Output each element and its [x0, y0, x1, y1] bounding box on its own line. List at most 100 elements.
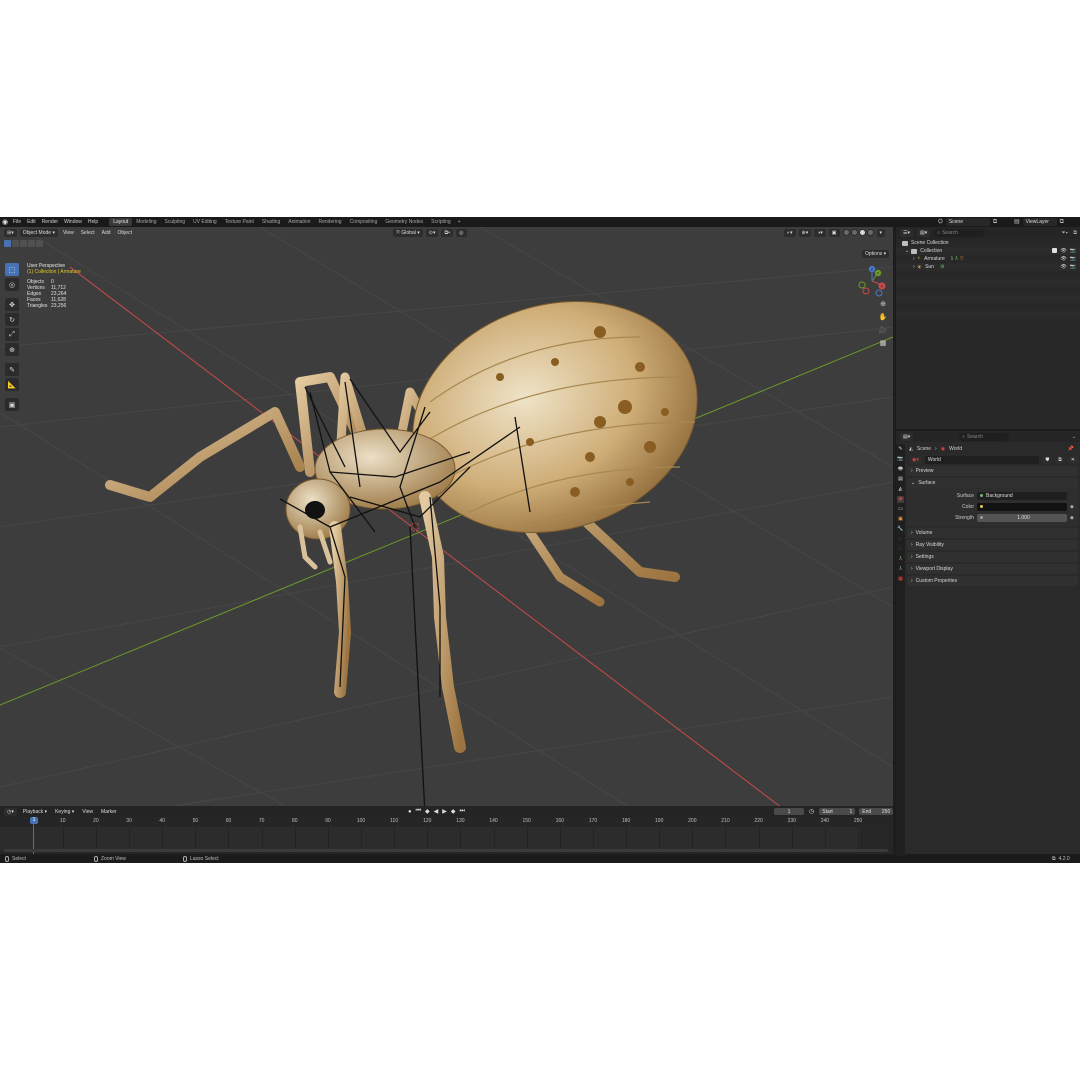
tab-texture-paint[interactable]: Texture Paint	[221, 218, 258, 226]
camera-icon[interactable]: 📷	[1070, 256, 1076, 262]
view-layer-field[interactable]: ViewLayer	[1022, 218, 1057, 226]
menu-keying[interactable]: Keying ▾	[53, 809, 76, 815]
select-new-icon[interactable]	[4, 240, 11, 247]
expand-arrow-icon[interactable]: ›	[913, 256, 915, 262]
select-subtract-icon[interactable]	[20, 240, 27, 247]
new-scene-icon[interactable]: ⧉	[993, 218, 997, 226]
collection-checkbox[interactable]	[1052, 248, 1058, 253]
solid-shading-icon[interactable]	[850, 229, 858, 236]
outliner-editor-type-icon[interactable]: ☰▾	[900, 229, 913, 237]
current-frame-field[interactable]: 1	[774, 808, 804, 815]
object-tab-icon[interactable]: ▣	[897, 516, 904, 523]
duplicate-world-icon[interactable]: ⧉	[1055, 455, 1065, 464]
keyframe-dot-icon[interactable]: ◆	[1070, 504, 1074, 510]
menu-file[interactable]: File	[10, 219, 24, 225]
perspective-toggle-icon[interactable]: ▦	[878, 338, 888, 348]
panel-ray-visibility[interactable]: › Ray Visibility	[907, 540, 1078, 550]
snap-icon[interactable]: ⧉▾	[441, 229, 454, 237]
tab-shading[interactable]: Shading	[258, 218, 284, 226]
world-name-field[interactable]: World	[924, 455, 1040, 464]
world-tab-icon[interactable]: ◉	[897, 496, 904, 503]
output-tab-icon[interactable]: 🖶	[897, 466, 904, 473]
eye-icon[interactable]: 👁	[1060, 248, 1066, 254]
rendered-shading-icon[interactable]	[866, 229, 874, 236]
move-tool-icon[interactable]: ✥	[5, 298, 19, 311]
timeline-scrollbar[interactable]	[4, 849, 888, 852]
select-box-icon[interactable]: ⬚	[5, 263, 19, 276]
add-workspace-button[interactable]: +	[455, 219, 464, 225]
options-chevron-icon[interactable]: ⌄	[1072, 434, 1076, 440]
menu-timeline-view[interactable]: View	[80, 809, 95, 815]
physics-tab-icon[interactable]: ◌	[897, 546, 904, 553]
expand-arrow-icon[interactable]: ›	[913, 264, 915, 270]
tab-layout[interactable]: Layout	[109, 218, 133, 226]
eye-icon[interactable]: 👁	[1060, 256, 1066, 262]
outliner-row-sun[interactable]: › ☀ Sun ⚙ 👁 📷	[896, 263, 1080, 271]
orientation-selector[interactable]: ⤧ Global ▾	[393, 229, 423, 237]
auto-key-icon[interactable]: ●	[407, 809, 413, 815]
timeline-editor[interactable]: ◷▾ Playback ▾ Keying ▾ View Marker ● ⏮ ◆…	[0, 806, 894, 854]
tab-compositing[interactable]: Compositing	[346, 218, 382, 226]
playhead[interactable]: 1	[30, 817, 38, 824]
scene-field[interactable]: Scene	[945, 218, 990, 226]
tab-animation[interactable]: Animation	[284, 218, 314, 226]
menu-add[interactable]: Add	[100, 230, 113, 236]
measure-tool-icon[interactable]: 📐	[5, 378, 19, 391]
outliner-panel[interactable]: ☰▾ ▤▾ ⌕ Search ⏷▾ ⧉ Scene Collection ⌄ Co…	[896, 227, 1080, 435]
view-layer-selector[interactable]: ▤ ViewLayer ⧉	[1014, 218, 1064, 226]
pan-hand-icon[interactable]: ✋	[878, 312, 888, 322]
camera-view-icon[interactable]: 🎥	[878, 325, 888, 335]
outliner-row-scene-collection[interactable]: Scene Collection	[896, 239, 1080, 247]
options-button[interactable]: Options ▾	[862, 250, 890, 258]
outliner-search-input[interactable]: ⌕ Search	[934, 229, 985, 237]
timeline-track[interactable]	[0, 827, 860, 851]
timeline-ruler[interactable]: 10 20 30 40 50 60 70 80 90 100 110 120 130 140 150 160 1…	[0, 818, 893, 826]
collection-tab-icon[interactable]: ▭	[897, 506, 904, 513]
panel-volume[interactable]: › Volume	[907, 528, 1078, 538]
menu-object[interactable]: Object	[116, 230, 134, 236]
constraints-tab-icon[interactable]: ƛ	[897, 556, 904, 563]
scene-selector[interactable]: ⛭ Scene ⧉	[938, 218, 997, 226]
jump-start-icon[interactable]: ⏮	[415, 808, 422, 815]
expand-arrow-icon[interactable]: ⌄	[905, 248, 909, 254]
keyframe-dot-icon[interactable]: ◆	[1070, 515, 1074, 521]
panel-surface[interactable]: ⌄ Surface	[907, 478, 1078, 488]
cursor-tool-icon[interactable]: ◎	[5, 278, 19, 291]
proportional-edit-icon[interactable]: ◎	[456, 229, 467, 237]
mode-selector[interactable]: Object Mode ▾	[19, 229, 58, 237]
tab-sculpting[interactable]: Sculpting	[161, 218, 190, 226]
rotate-tool-icon[interactable]: ↻	[5, 313, 19, 326]
outliner-row-armature[interactable]: › ♆ Armature ƛ ƛ ▽ 👁 📷	[896, 255, 1080, 263]
tool-tab-icon[interactable]: ✎	[897, 446, 904, 453]
shading-options-icon[interactable]: ▾	[876, 229, 886, 237]
tab-uv-editing[interactable]: UV Editing	[189, 218, 221, 226]
outliner-row-collection[interactable]: ⌄ Collection 👁 📷	[896, 247, 1080, 255]
annotate-tool-icon[interactable]: ✎	[5, 363, 19, 376]
unlink-world-icon[interactable]: ✕	[1067, 455, 1078, 464]
gizmo-toggle-icon[interactable]: ⊕▾	[798, 229, 812, 237]
new-view-layer-icon[interactable]: ⧉	[1060, 218, 1064, 226]
menu-help[interactable]: Help	[85, 219, 101, 225]
xray-icon[interactable]: ▣	[828, 229, 840, 237]
select-extend-icon[interactable]	[12, 240, 19, 247]
tab-scripting[interactable]: Scripting	[427, 218, 454, 226]
properties-search-input[interactable]: ⌕ Search	[959, 432, 1010, 441]
pivot-icon[interactable]: ⊙▾	[425, 229, 439, 237]
play-reverse-icon[interactable]: ◀	[433, 808, 440, 815]
properties-editor-type-icon[interactable]: ▤▾	[900, 432, 914, 441]
add-cube-tool-icon[interactable]: ▣	[5, 398, 19, 411]
end-frame-field[interactable]: End 250	[859, 808, 894, 815]
select-intersect-icon[interactable]	[36, 240, 43, 247]
preview-range-icon[interactable]: ◷	[808, 808, 815, 815]
tab-rendering[interactable]: Rendering	[314, 218, 345, 226]
view-layer-tab-icon[interactable]: ▤	[897, 476, 904, 483]
render-tab-icon[interactable]: 📷	[897, 456, 904, 463]
select-invert-icon[interactable]	[28, 240, 35, 247]
start-frame-field[interactable]: Start 1	[819, 808, 856, 815]
3d-viewport[interactable]: ⊞▾ Object Mode ▾ View Select Add Object …	[0, 227, 893, 814]
eye-icon[interactable]: 👁	[1060, 264, 1066, 270]
color-swatch[interactable]	[977, 502, 1067, 511]
new-collection-icon[interactable]: ⧉	[1073, 230, 1077, 236]
navigation-gizmo[interactable]: X Y Z	[856, 265, 888, 297]
filter-icon[interactable]: ⏷▾	[1062, 230, 1068, 236]
